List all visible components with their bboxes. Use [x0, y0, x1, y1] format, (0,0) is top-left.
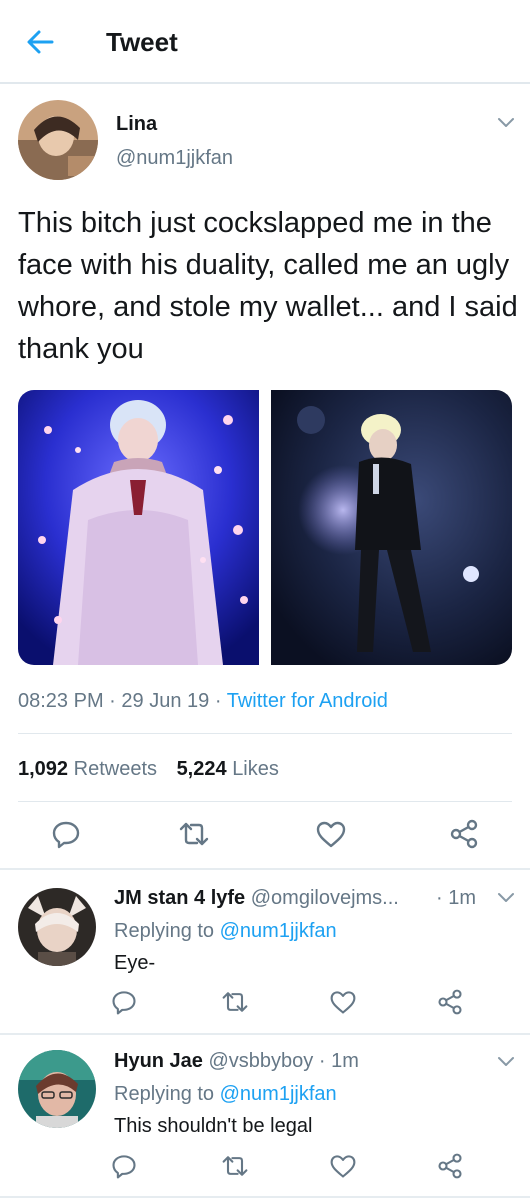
replying-to-prefix: Replying to	[114, 1083, 215, 1105]
section-divider	[0, 868, 530, 870]
retweet-button[interactable]	[220, 1152, 250, 1180]
arrow-left-icon	[27, 30, 54, 54]
share-icon	[438, 1153, 462, 1179]
section-divider	[0, 1196, 530, 1198]
share-icon	[438, 989, 462, 1015]
reply-options-button[interactable]	[496, 891, 516, 905]
heart-icon	[330, 991, 356, 1014]
reply-text: Eye-	[114, 952, 156, 974]
replying-to-handle[interactable]: @num1jjkfan	[220, 920, 337, 942]
meta-separator: ·	[109, 690, 116, 712]
share-icon	[450, 819, 478, 849]
replying-to-prefix: Replying to	[114, 920, 215, 942]
comment-icon	[112, 1155, 136, 1179]
chevron-down-icon	[498, 1057, 514, 1066]
meta-separator: ·	[214, 690, 222, 712]
replying-to: Replying to @num1jjkfan	[114, 1082, 337, 1106]
reply-text: This shouldn't be legal	[114, 1115, 313, 1137]
tweet-time: 08:23 PM	[18, 690, 104, 712]
tweet-date: 29 Jun 19	[121, 690, 210, 712]
reply-author-handle[interactable]: @vsbbyboy	[209, 1050, 314, 1072]
author-name[interactable]: Lina	[116, 112, 157, 136]
author-avatar[interactable]	[18, 100, 98, 180]
tweet-text: This bitch just cockslapped me in the fa…	[18, 207, 518, 365]
page-title: Tweet	[106, 27, 178, 57]
tweet-stats: 1,092 Retweets 5,224 Likes	[18, 756, 279, 782]
heart-icon	[330, 1155, 356, 1178]
section-divider	[0, 1033, 530, 1035]
tweet-options-button[interactable]	[496, 116, 516, 130]
like-button[interactable]	[314, 818, 348, 850]
reply-author-name[interactable]: Hyun Jae	[114, 1050, 203, 1072]
retweets-label[interactable]: Retweets	[74, 758, 157, 780]
reply-button[interactable]	[50, 818, 82, 850]
divider	[18, 733, 512, 734]
retweet-icon	[222, 1156, 248, 1176]
likes-label[interactable]: Likes	[232, 758, 279, 780]
retweet-icon	[222, 992, 248, 1012]
reply-author-name[interactable]: JM stan 4 lyfe	[114, 887, 245, 909]
reply-author-handle[interactable]: @omgilovejms...	[251, 887, 399, 909]
tweet-source-link[interactable]: Twitter for Android	[227, 690, 388, 712]
heart-icon	[316, 821, 346, 848]
chevron-down-icon	[498, 118, 514, 127]
back-button[interactable]	[22, 26, 58, 58]
reply-author-line: Hyun Jae @vsbbyboy · 1m	[114, 1049, 359, 1073]
chevron-down-icon	[498, 893, 514, 902]
comment-icon	[112, 991, 136, 1015]
divider	[18, 801, 512, 802]
reply-author-line: JM stan 4 lyfe @omgilovejms...	[114, 886, 399, 910]
retweet-button[interactable]	[220, 988, 250, 1016]
share-button[interactable]	[448, 818, 480, 850]
retweet-icon	[179, 822, 209, 846]
share-button[interactable]	[436, 988, 464, 1016]
tweet-image-2[interactable]	[271, 390, 512, 665]
replying-to: Replying to @num1jjkfan	[114, 919, 337, 943]
reply-options-button[interactable]	[496, 1055, 516, 1069]
reply-time-text: · 1m	[436, 887, 476, 909]
comment-icon	[52, 821, 80, 849]
reply-avatar[interactable]	[18, 888, 96, 966]
reply-time: · 1m	[436, 886, 476, 910]
tweet-meta: 08:23 PM · 29 Jun 19 · Twitter for Andro…	[18, 688, 388, 714]
retweets-count[interactable]: 1,092	[18, 758, 68, 780]
author-handle[interactable]: @num1jjkfan	[116, 146, 233, 170]
reply-avatar[interactable]	[18, 1050, 96, 1128]
replying-to-handle[interactable]: @num1jjkfan	[220, 1083, 337, 1105]
like-button[interactable]	[328, 988, 358, 1016]
reply-button[interactable]	[110, 1152, 138, 1180]
reply-time-text: · 1m	[318, 1050, 359, 1072]
retweet-button[interactable]	[177, 818, 211, 850]
tweet-image-1[interactable]	[18, 390, 259, 665]
share-button[interactable]	[436, 1152, 464, 1180]
top-bar: Tweet	[0, 0, 530, 84]
likes-count[interactable]: 5,224	[177, 758, 227, 780]
like-button[interactable]	[328, 1152, 358, 1180]
reply-button[interactable]	[110, 988, 138, 1016]
